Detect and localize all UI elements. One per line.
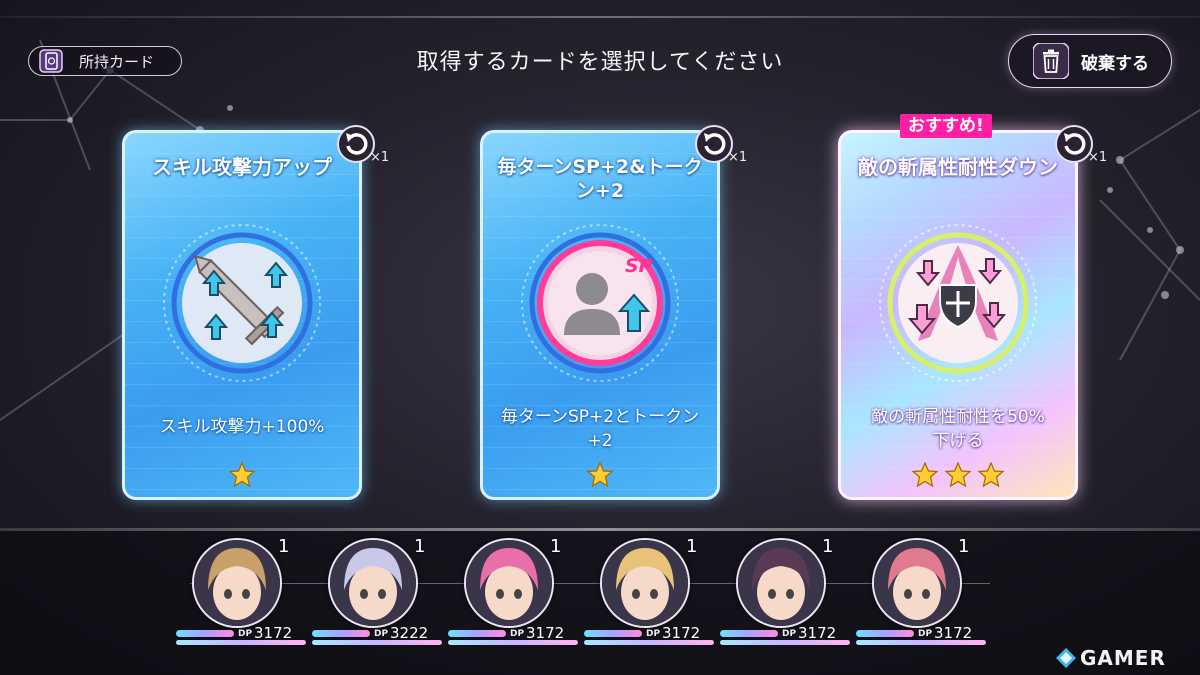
rarity-stars bbox=[125, 461, 359, 493]
dp-gauge bbox=[176, 630, 234, 637]
character-avatar-icon bbox=[874, 540, 960, 626]
card-title: 毎ターンSP+2&トークン+2 bbox=[497, 156, 703, 202]
trash-icon bbox=[1033, 43, 1069, 79]
card-title: 敵の斬属性耐性ダウン bbox=[858, 155, 1058, 179]
party-member[interactable]: 1 DP 3222 bbox=[312, 536, 452, 648]
character-avatar-icon bbox=[738, 540, 824, 626]
dp-label: DP bbox=[510, 629, 525, 639]
dp-gauge bbox=[312, 630, 370, 637]
member-level: 1 bbox=[414, 536, 426, 557]
refresh-count: ×1 bbox=[728, 150, 748, 165]
sword-attack-up-icon bbox=[163, 224, 321, 382]
card-skill-attack-up[interactable]: スキル攻撃力アップ スキル攻撃力+100% bbox=[122, 130, 362, 500]
shield-resist-down-icon bbox=[879, 224, 1037, 382]
star-icon bbox=[944, 461, 972, 488]
sp-badge: SP bbox=[625, 255, 653, 277]
watermark: GAMER bbox=[1080, 646, 1166, 670]
dp-value: 3172 bbox=[934, 624, 973, 642]
card-description: 敵の斬属性耐性を50%下げる bbox=[871, 407, 1045, 451]
refresh-count: ×1 bbox=[1088, 150, 1108, 165]
party-member[interactable]: 1 DP 3172 bbox=[720, 536, 860, 648]
dp-value: 3222 bbox=[390, 624, 429, 642]
character-avatar-icon bbox=[602, 540, 688, 626]
member-level: 1 bbox=[686, 536, 698, 557]
card-description: 毎ターンSP+2とトークン+2 bbox=[500, 407, 700, 451]
dp-gauge bbox=[584, 630, 642, 637]
refresh-count: ×1 bbox=[370, 150, 390, 165]
card-sp-token-up[interactable]: 毎ターンSP+2&トークン+2 SP 毎ターンSP+2とトークン+2 bbox=[480, 130, 720, 500]
party-member[interactable]: 1 DP 3172 bbox=[584, 536, 724, 648]
member-level: 1 bbox=[958, 536, 970, 557]
discard-label: 破棄する bbox=[1081, 53, 1149, 74]
party-member[interactable]: 1 DP 3172 bbox=[856, 536, 996, 648]
character-portrait bbox=[600, 538, 690, 628]
dp-label: DP bbox=[374, 629, 389, 639]
dp-value: 3172 bbox=[662, 624, 701, 642]
character-portrait bbox=[328, 538, 418, 628]
member-level: 1 bbox=[278, 536, 290, 557]
card-description: スキル攻撃力+100% bbox=[159, 417, 325, 437]
rarity-stars bbox=[483, 461, 717, 493]
dp-value: 3172 bbox=[254, 624, 293, 642]
dp-label: DP bbox=[782, 629, 797, 639]
dp-label: DP bbox=[238, 629, 253, 639]
card-slash-resist-down[interactable]: 敵の斬属性耐性ダウン 敵の斬属性耐性を50%下げる bbox=[838, 130, 1078, 500]
user-sp-up-icon bbox=[521, 224, 679, 382]
gamer-logo-icon bbox=[1056, 648, 1076, 668]
party-member[interactable]: 1 DP 3172 bbox=[448, 536, 588, 648]
dp-gauge bbox=[448, 630, 506, 637]
card-title: スキル攻撃力アップ bbox=[152, 155, 332, 179]
member-level: 1 bbox=[550, 536, 562, 557]
discard-button[interactable]: 破棄する bbox=[1008, 34, 1172, 88]
rarity-stars bbox=[841, 461, 1075, 493]
star-icon bbox=[586, 461, 614, 488]
dp-gauge bbox=[856, 630, 914, 637]
star-icon bbox=[977, 461, 1005, 488]
dp-gauge bbox=[720, 630, 778, 637]
character-portrait bbox=[736, 538, 826, 628]
top-border bbox=[0, 16, 1200, 18]
character-portrait bbox=[192, 538, 282, 628]
recommend-tag: おすすめ! bbox=[900, 114, 992, 138]
party-member[interactable]: 1 DP 3172 bbox=[176, 536, 316, 648]
dp-label: DP bbox=[918, 629, 933, 639]
character-avatar-icon bbox=[194, 540, 280, 626]
member-level: 1 bbox=[822, 536, 834, 557]
character-portrait bbox=[872, 538, 962, 628]
character-avatar-icon bbox=[466, 540, 552, 626]
character-avatar-icon bbox=[330, 540, 416, 626]
dp-value: 3172 bbox=[526, 624, 565, 642]
star-icon bbox=[911, 461, 939, 488]
star-icon bbox=[228, 461, 256, 488]
character-portrait bbox=[464, 538, 554, 628]
dp-label: DP bbox=[646, 629, 661, 639]
dp-value: 3172 bbox=[798, 624, 837, 642]
